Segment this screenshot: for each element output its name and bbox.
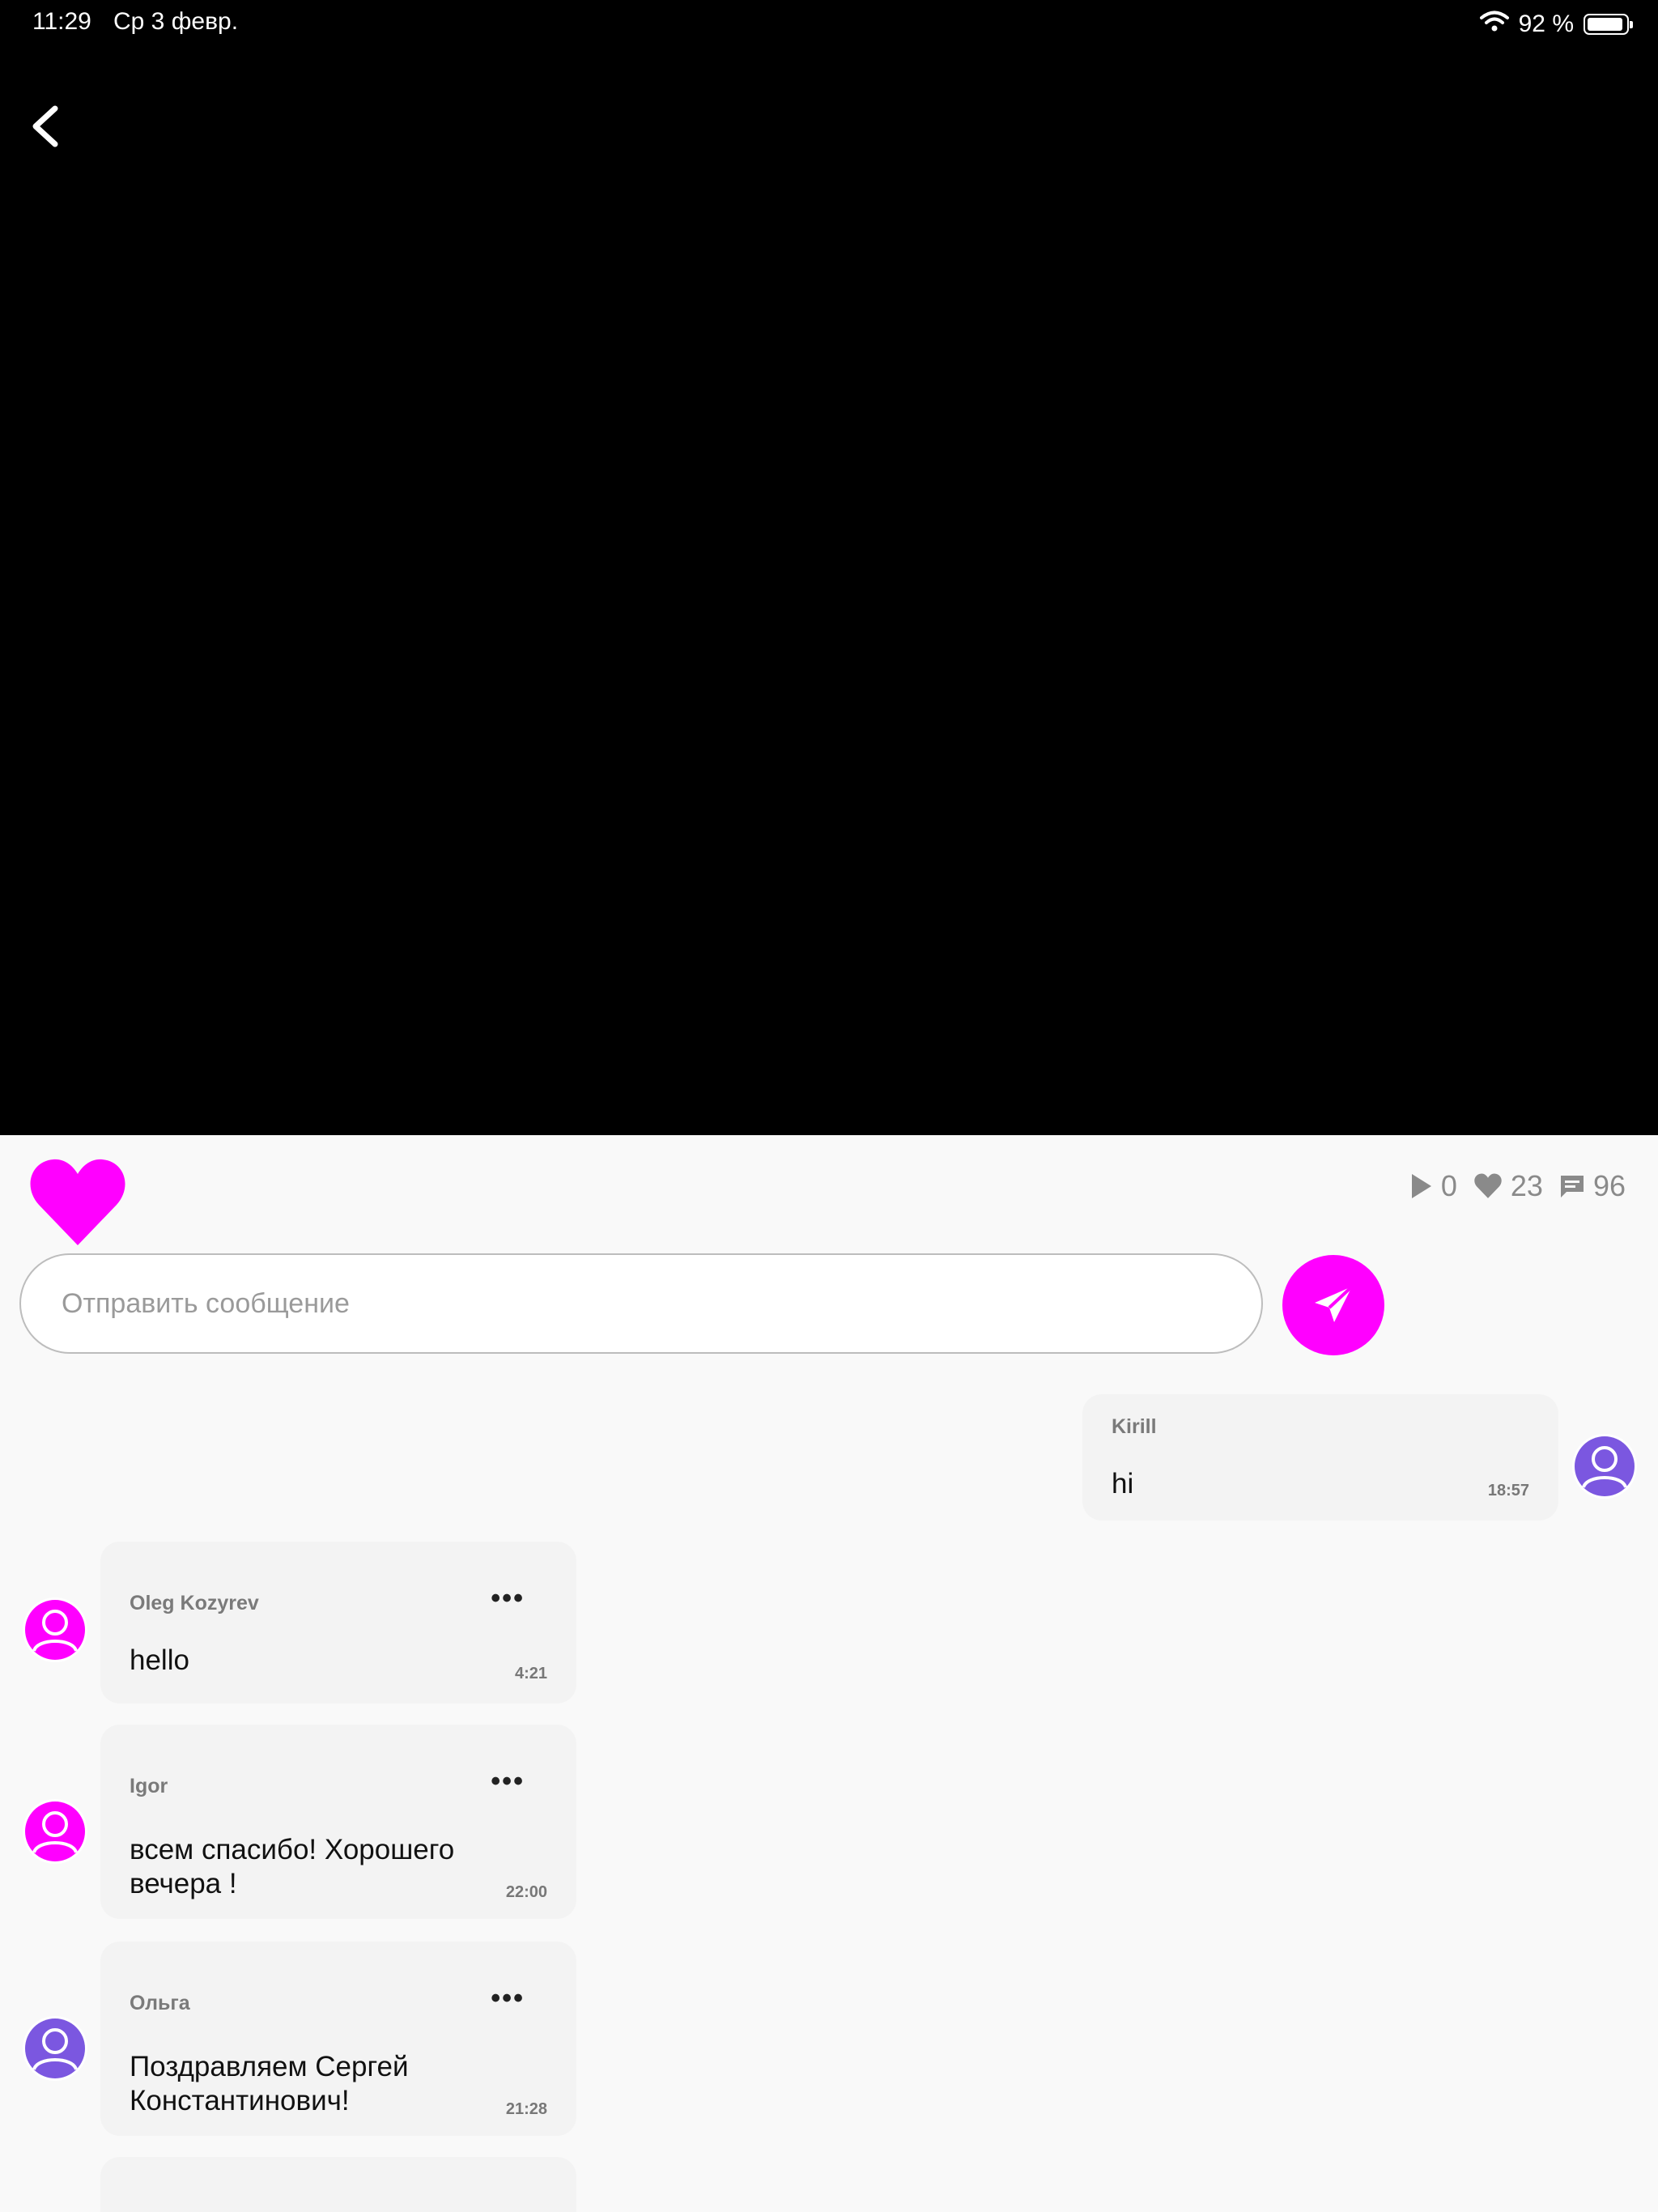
- heart-icon: [30, 1159, 125, 1245]
- send-button[interactable]: [1282, 1255, 1384, 1355]
- video-stats: 0 23 96: [1394, 1166, 1626, 1206]
- message-text: hi: [1112, 1468, 1134, 1499]
- user-avatar-icon: [25, 1802, 85, 1861]
- user-avatar-icon: [25, 1600, 85, 1660]
- message-author: Kirill: [1112, 1415, 1157, 1438]
- chat-message[interactable]: Kirill hi 18:57: [1082, 1394, 1558, 1521]
- comment-icon: [1560, 1176, 1584, 1197]
- message-time: 22:00: [505, 1883, 547, 1901]
- message-text: всем спасибо! Хорошего вечера !: [130, 1834, 455, 1899]
- message-input[interactable]: [19, 1253, 1263, 1354]
- views-count: 0: [1440, 1169, 1457, 1202]
- more-options-button[interactable]: •••: [491, 1767, 525, 1795]
- message-time: 21:28: [505, 2100, 547, 2118]
- chevron-left-icon: [32, 105, 58, 147]
- like-button[interactable]: [28, 1158, 128, 1249]
- message-author: Oleg Kozyrev: [130, 1592, 259, 1614]
- avatar[interactable]: [23, 1799, 87, 1864]
- user-avatar-icon: [1575, 1436, 1635, 1496]
- chat-message[interactable]: [100, 2157, 576, 2212]
- wifi-icon: [1479, 10, 1509, 39]
- user-avatar-icon: [25, 2018, 85, 2078]
- status-date: Ср 3 февр.: [113, 8, 239, 35]
- likes-stat: 23: [1473, 1169, 1543, 1203]
- message-time: 4:21: [514, 1665, 547, 1682]
- message-author: Ольга: [130, 1992, 190, 2014]
- status-right: 92 %: [1479, 8, 1633, 40]
- more-options-button[interactable]: •••: [491, 1585, 525, 1612]
- avatar[interactable]: [23, 2016, 87, 2081]
- heart-small-icon: [1474, 1173, 1502, 1198]
- battery-percent: 92 %: [1518, 11, 1574, 37]
- more-options-button[interactable]: •••: [491, 1984, 525, 2012]
- battery-icon: [1584, 14, 1633, 35]
- chat-message[interactable]: Oleg Kozyrev ••• hello 4:21: [100, 1542, 576, 1704]
- chat-message[interactable]: Igor ••• всем спасибо! Хорошего вечера !…: [100, 1725, 576, 1919]
- play-icon: [1411, 1174, 1431, 1198]
- avatar[interactable]: [23, 1597, 87, 1662]
- message-author: Igor: [130, 1775, 168, 1797]
- avatar[interactable]: [1572, 1434, 1637, 1499]
- message-text: hello: [130, 1644, 189, 1676]
- message-time: 18:57: [1487, 1482, 1529, 1499]
- comments-count: 96: [1592, 1169, 1626, 1202]
- video-player[interactable]: [0, 0, 1658, 1135]
- status-bar: 11:29 Ср 3 февр. 92 %: [0, 0, 1658, 49]
- status-time: 11:29: [32, 8, 91, 35]
- chat-message[interactable]: Ольга ••• Поздравляем Сергей Константино…: [100, 1942, 576, 2136]
- views-stat: 0: [1410, 1169, 1457, 1203]
- message-text: Поздравляем Сергей Константинович!: [130, 2051, 409, 2116]
- back-button[interactable]: [23, 99, 68, 154]
- comments-stat: 96: [1559, 1169, 1626, 1203]
- likes-count: 23: [1510, 1169, 1543, 1202]
- send-icon: [1315, 1285, 1354, 1322]
